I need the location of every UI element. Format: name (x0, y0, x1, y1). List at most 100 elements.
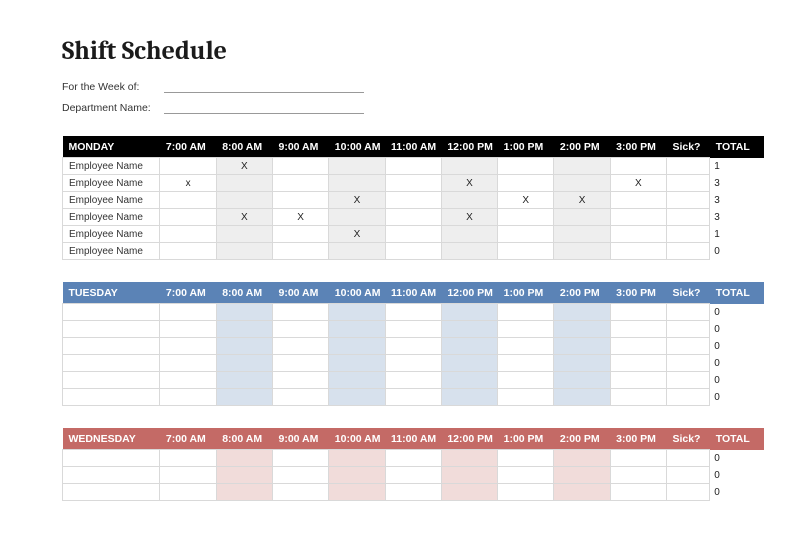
shift-cell[interactable]: X (441, 175, 497, 192)
shift-cell[interactable] (385, 338, 441, 355)
sick-cell[interactable] (666, 467, 709, 484)
shift-cell[interactable] (554, 338, 610, 355)
shift-cell[interactable] (385, 226, 441, 243)
shift-cell[interactable] (610, 321, 666, 338)
shift-cell[interactable] (272, 226, 328, 243)
shift-cell[interactable] (610, 467, 666, 484)
shift-cell[interactable]: X (498, 192, 554, 209)
shift-cell[interactable] (160, 484, 216, 501)
shift-cell[interactable] (160, 467, 216, 484)
shift-cell[interactable] (441, 467, 497, 484)
shift-cell[interactable] (441, 355, 497, 372)
shift-cell[interactable] (329, 338, 385, 355)
shift-cell[interactable] (160, 355, 216, 372)
shift-cell[interactable] (385, 372, 441, 389)
shift-cell[interactable]: X (329, 226, 385, 243)
shift-cell[interactable] (385, 192, 441, 209)
shift-cell[interactable] (329, 467, 385, 484)
sick-cell[interactable] (666, 389, 709, 406)
shift-cell[interactable] (610, 450, 666, 467)
shift-cell[interactable] (441, 243, 497, 260)
shift-cell[interactable] (329, 450, 385, 467)
shift-cell[interactable] (610, 243, 666, 260)
shift-cell[interactable] (160, 226, 216, 243)
shift-cell[interactable] (498, 226, 554, 243)
shift-cell[interactable] (498, 389, 554, 406)
shift-cell[interactable] (498, 158, 554, 175)
shift-cell[interactable] (441, 158, 497, 175)
shift-cell[interactable] (385, 304, 441, 321)
shift-cell[interactable] (216, 338, 272, 355)
sick-cell[interactable] (666, 304, 709, 321)
shift-cell[interactable] (160, 338, 216, 355)
shift-cell[interactable] (272, 175, 328, 192)
shift-cell[interactable] (272, 158, 328, 175)
shift-cell[interactable] (329, 372, 385, 389)
shift-cell[interactable] (216, 355, 272, 372)
shift-cell[interactable] (498, 321, 554, 338)
shift-cell[interactable] (216, 467, 272, 484)
shift-cell[interactable]: X (441, 209, 497, 226)
shift-cell[interactable] (272, 321, 328, 338)
shift-cell[interactable] (610, 484, 666, 501)
shift-cell[interactable] (441, 321, 497, 338)
shift-cell[interactable] (385, 158, 441, 175)
employee-name-cell[interactable] (63, 372, 160, 389)
shift-cell[interactable] (272, 372, 328, 389)
shift-cell[interactable] (385, 450, 441, 467)
shift-cell[interactable] (610, 372, 666, 389)
shift-cell[interactable] (441, 389, 497, 406)
shift-cell[interactable] (272, 243, 328, 260)
shift-cell[interactable] (329, 209, 385, 226)
shift-cell[interactable] (216, 243, 272, 260)
shift-cell[interactable] (329, 389, 385, 406)
shift-cell[interactable] (272, 192, 328, 209)
shift-cell[interactable] (610, 389, 666, 406)
employee-name-cell[interactable]: Employee Name (63, 158, 160, 175)
shift-cell[interactable] (554, 175, 610, 192)
shift-cell[interactable] (385, 243, 441, 260)
shift-cell[interactable] (498, 338, 554, 355)
employee-name-cell[interactable]: Employee Name (63, 175, 160, 192)
shift-cell[interactable] (610, 209, 666, 226)
shift-cell[interactable]: X (216, 158, 272, 175)
shift-cell[interactable] (329, 304, 385, 321)
shift-cell[interactable] (610, 355, 666, 372)
employee-name-cell[interactable]: Employee Name (63, 209, 160, 226)
shift-cell[interactable] (498, 467, 554, 484)
shift-cell[interactable] (160, 372, 216, 389)
sick-cell[interactable] (666, 226, 709, 243)
sick-cell[interactable] (666, 321, 709, 338)
shift-cell[interactable] (216, 321, 272, 338)
employee-name-cell[interactable] (63, 389, 160, 406)
shift-cell[interactable]: X (329, 192, 385, 209)
shift-cell[interactable] (610, 192, 666, 209)
shift-cell[interactable] (160, 450, 216, 467)
shift-cell[interactable]: X (272, 209, 328, 226)
shift-cell[interactable] (554, 304, 610, 321)
shift-cell[interactable]: X (554, 192, 610, 209)
shift-cell[interactable] (385, 355, 441, 372)
shift-cell[interactable] (216, 372, 272, 389)
shift-cell[interactable] (160, 209, 216, 226)
shift-cell[interactable] (554, 372, 610, 389)
shift-cell[interactable] (554, 209, 610, 226)
shift-cell[interactable] (610, 338, 666, 355)
shift-cell[interactable] (441, 192, 497, 209)
shift-cell[interactable] (441, 304, 497, 321)
shift-cell[interactable] (272, 304, 328, 321)
shift-cell[interactable] (498, 243, 554, 260)
shift-cell[interactable] (554, 321, 610, 338)
employee-name-cell[interactable] (63, 484, 160, 501)
shift-cell[interactable] (498, 372, 554, 389)
shift-cell[interactable] (441, 338, 497, 355)
shift-cell[interactable] (216, 484, 272, 501)
sick-cell[interactable] (666, 338, 709, 355)
shift-cell[interactable] (160, 158, 216, 175)
shift-cell[interactable] (385, 321, 441, 338)
shift-cell[interactable] (554, 355, 610, 372)
shift-cell[interactable] (216, 192, 272, 209)
sick-cell[interactable] (666, 450, 709, 467)
sick-cell[interactable] (666, 209, 709, 226)
employee-name-cell[interactable]: Employee Name (63, 192, 160, 209)
